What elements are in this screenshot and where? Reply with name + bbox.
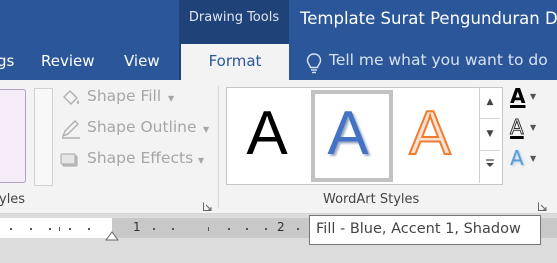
chevron-down-icon: ▼ <box>198 156 205 165</box>
text-fill-button[interactable]: A ▼ <box>506 84 537 112</box>
chevron-down-icon: ▼ <box>168 94 175 103</box>
ruler-number: 2 <box>277 220 285 234</box>
tab-review[interactable]: Review <box>41 52 95 70</box>
contextual-group-label: Drawing Tools <box>188 10 280 25</box>
wordart-style-black[interactable]: A <box>228 90 306 178</box>
ruler-tick <box>208 227 209 231</box>
tab-view[interactable]: View <box>124 52 160 70</box>
ruler-tick <box>297 228 299 230</box>
shape-outline-label: Shape Outline <box>87 118 197 136</box>
gallery-more-button[interactable] <box>480 151 500 182</box>
shape-effects-label: Shape Effects <box>87 149 194 167</box>
tab-format-label: Format <box>208 52 262 70</box>
ruler-tick <box>228 228 230 230</box>
wordart-styles-group-label: WordArt Styles <box>323 192 420 207</box>
gallery-up-button[interactable]: ▲ <box>480 87 500 119</box>
text-fill-icon: A <box>510 84 526 108</box>
tab-design-partial[interactable]: gs <box>0 52 14 70</box>
ruler-tick <box>49 228 51 230</box>
lightbulb-icon <box>305 52 323 74</box>
ruler-tick <box>172 228 174 230</box>
chevron-down-icon: ▼ <box>530 154 537 163</box>
ruler-margin <box>0 218 112 238</box>
chevron-down-icon: ▼ <box>530 92 537 101</box>
ruler-tick <box>265 228 267 230</box>
ruler-number: 1 <box>133 220 141 234</box>
shape-style-preview[interactable] <box>0 89 26 183</box>
wordart-style-blue[interactable]: A <box>309 90 387 178</box>
wordart-style-orange[interactable]: A <box>391 90 469 178</box>
ruler-tick <box>30 228 32 230</box>
shape-styles-gallery-scroll[interactable] <box>34 88 53 186</box>
dialog-launcher-icon[interactable] <box>538 196 547 211</box>
group-separator <box>218 86 219 208</box>
ruler-tick <box>10 228 12 230</box>
paint-bucket-icon <box>60 88 82 108</box>
text-outline-button[interactable]: A ▼ <box>506 115 537 143</box>
tooltip-text: Fill - Blue, Accent 1, Shadow <box>316 221 521 237</box>
pencil-icon <box>60 119 82 139</box>
chevron-down-icon: ▼ <box>530 123 537 132</box>
chevron-down-icon: ▼ <box>203 125 210 134</box>
document-title: Template Surat Pengunduran Diri <box>300 9 557 28</box>
ruler-tick <box>69 228 71 230</box>
dialog-launcher-icon[interactable] <box>203 196 212 211</box>
indent-marker[interactable] <box>105 226 119 241</box>
tooltip: Fill - Blue, Accent 1, Shadow <box>309 215 541 245</box>
ruler-tick <box>88 228 90 230</box>
ruler-tick <box>153 228 155 230</box>
ruler-tick <box>59 227 60 231</box>
text-effects-button[interactable]: A ▼ <box>506 146 537 174</box>
tab-format[interactable]: Format <box>181 44 289 80</box>
ruler-tick <box>246 228 248 230</box>
text-effects-icon: A <box>510 146 524 170</box>
shape-fill-label: Shape Fill <box>87 87 162 105</box>
gallery-down-button[interactable]: ▼ <box>480 119 500 151</box>
wordart-gallery-scroll: ▲ ▼ <box>479 87 500 183</box>
tell-me-search[interactable]: Tell me what you want to do <box>329 51 548 69</box>
shape-effects-icon <box>60 150 82 170</box>
text-outline-icon: A <box>510 115 525 140</box>
shape-styles-group-label: yles <box>0 192 26 207</box>
